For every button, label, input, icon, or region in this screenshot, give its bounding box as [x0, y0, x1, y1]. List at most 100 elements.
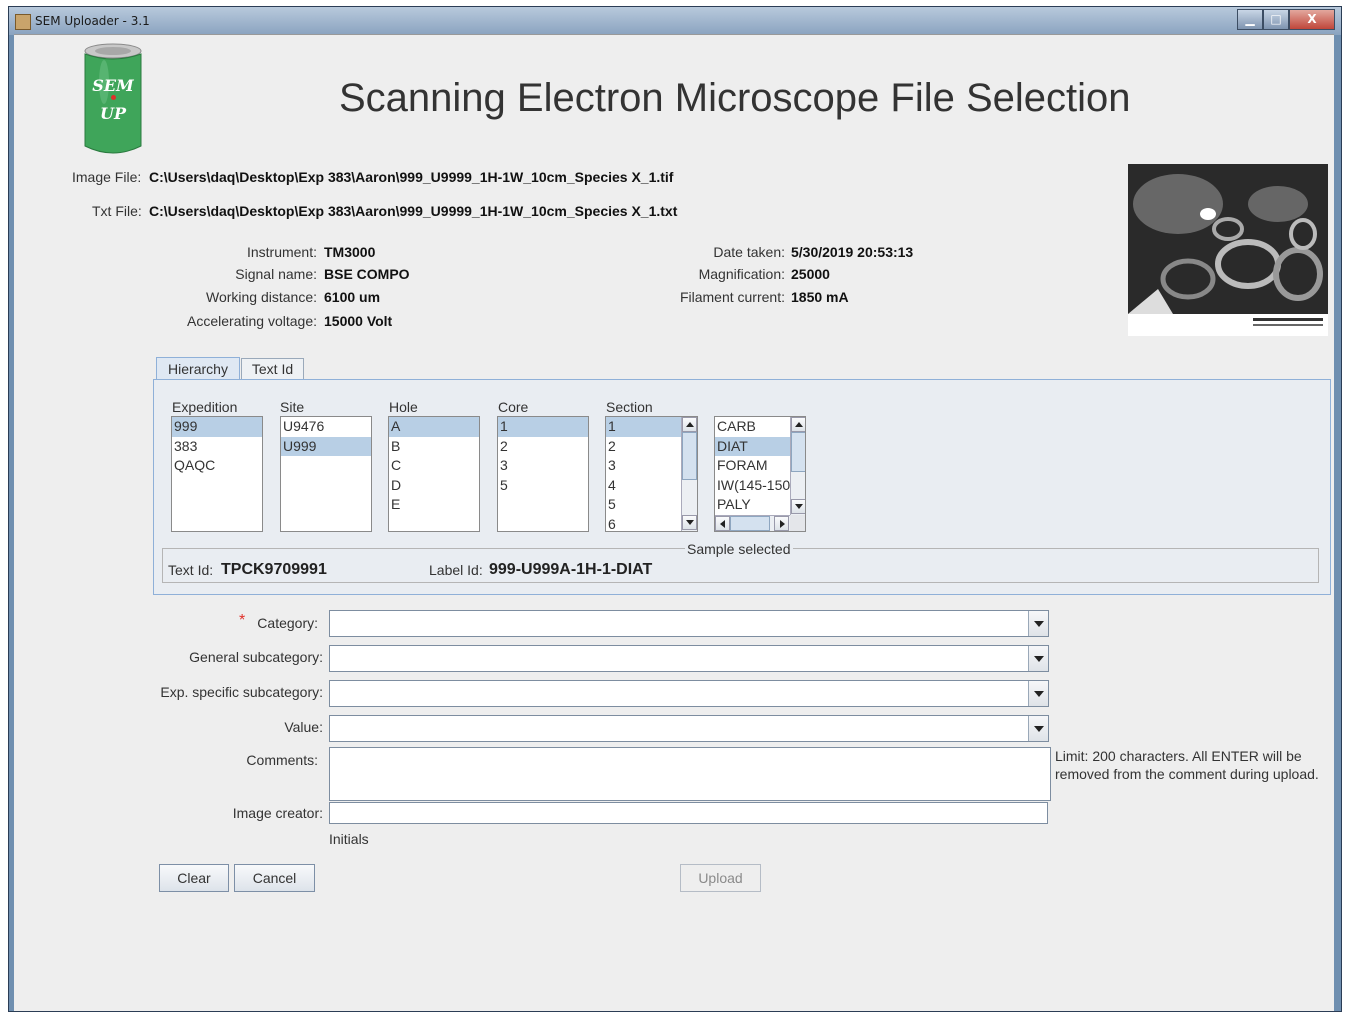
- list-item[interactable]: U999: [281, 436, 371, 456]
- image-file-path: C:\Users\daq\Desktop\Exp 383\Aaron\999_U…: [149, 169, 674, 185]
- section-scrollbar[interactable]: [681, 417, 697, 531]
- txt-file-label: Txt File:: [92, 203, 142, 219]
- title-bar[interactable]: SEM Uploader - 3.1 ▁ □ X: [9, 7, 1341, 35]
- list-item[interactable]: DIAT: [715, 436, 790, 456]
- instrument-value: TM3000: [324, 244, 376, 260]
- list-item[interactable]: E: [389, 495, 479, 515]
- exp-specific-subcategory-label: Exp. specific subcategory:: [160, 684, 323, 700]
- chevron-down-icon[interactable]: [1028, 716, 1048, 741]
- minimize-button[interactable]: ▁: [1237, 9, 1263, 30]
- scroll-down-button[interactable]: [791, 499, 805, 514]
- arrow-down-icon: [795, 504, 803, 509]
- scroll-thumb[interactable]: [730, 516, 770, 531]
- image-creator-input[interactable]: [329, 802, 1048, 824]
- list-item[interactable]: 2: [498, 437, 588, 457]
- chevron-down-icon[interactable]: [1028, 681, 1048, 706]
- scroll-thumb[interactable]: [682, 432, 697, 480]
- accelerating-voltage-label: Accelerating voltage:: [187, 313, 317, 329]
- list-item[interactable]: 999: [172, 417, 262, 437]
- site-header: Site: [280, 399, 305, 415]
- upload-button[interactable]: Upload: [680, 864, 761, 892]
- sem-image-preview: [1128, 164, 1328, 336]
- expedition-list[interactable]: 999 383 QAQC: [171, 416, 263, 532]
- list-item[interactable]: IW(145-150: [715, 476, 790, 496]
- scroll-thumb[interactable]: [791, 432, 805, 472]
- sample-selected-legend: Sample selected: [685, 541, 793, 557]
- list-item[interactable]: 1: [606, 417, 682, 437]
- scroll-up-button[interactable]: [791, 417, 805, 432]
- list-item[interactable]: B: [389, 437, 479, 457]
- scroll-left-button[interactable]: [715, 516, 730, 531]
- list-item[interactable]: 383: [172, 437, 262, 457]
- exp-specific-subcategory-dropdown[interactable]: [329, 680, 1049, 707]
- scroll-down-button[interactable]: [682, 515, 697, 530]
- list-item[interactable]: QAQC: [172, 456, 262, 476]
- list-item[interactable]: 2: [606, 437, 682, 457]
- label-id-value: 999-U999A-1H-1-DIAT: [489, 561, 653, 578]
- category-dropdown[interactable]: [329, 610, 1049, 637]
- list-item[interactable]: 1: [498, 417, 588, 437]
- general-subcategory-dropdown[interactable]: [329, 645, 1049, 672]
- scroll-up-button[interactable]: [682, 417, 697, 432]
- section-list[interactable]: 1 2 3 4 5 6: [605, 416, 698, 532]
- magnification-value: 25000: [791, 266, 830, 282]
- hole-list[interactable]: A B C D E: [388, 416, 480, 532]
- scroll-right-button[interactable]: [774, 516, 789, 531]
- image-creator-label: Image creator:: [232, 805, 323, 821]
- arrow-right-icon: [780, 520, 785, 528]
- cancel-button[interactable]: Cancel: [234, 864, 315, 892]
- magnification-label: Magnification:: [698, 266, 785, 282]
- list-item[interactable]: D: [389, 476, 479, 496]
- value-dropdown[interactable]: [329, 715, 1049, 742]
- clear-button[interactable]: Clear: [159, 864, 229, 892]
- sample-type-vscrollbar[interactable]: [790, 417, 805, 515]
- list-item[interactable]: FORAM: [715, 456, 790, 476]
- page-title: Scanning Electron Microscope File Select…: [339, 76, 1131, 120]
- filament-current-value: 1850 mA: [791, 289, 849, 305]
- list-item[interactable]: U9476: [281, 417, 371, 437]
- arrow-up-icon: [795, 422, 803, 427]
- chevron-down-icon[interactable]: [1028, 646, 1048, 671]
- image-file-label: Image File:: [72, 169, 142, 185]
- list-item[interactable]: PALY: [715, 495, 790, 515]
- filament-current-label: Filament current:: [679, 289, 785, 305]
- sem-up-logo: SEM UP: [82, 42, 144, 158]
- list-item[interactable]: 6: [606, 515, 682, 532]
- sample-type-hscrollbar[interactable]: [715, 515, 790, 531]
- label-id-label: Label Id:: [429, 562, 483, 578]
- tab-hierarchy[interactable]: Hierarchy: [156, 357, 240, 380]
- list-item[interactable]: 3: [606, 456, 682, 476]
- hole-header: Hole: [389, 399, 418, 415]
- initials-hint: Initials: [329, 831, 369, 847]
- tab-text-id[interactable]: Text Id: [241, 358, 304, 379]
- core-list[interactable]: 1 2 3 5: [497, 416, 589, 532]
- scroll-corner: [790, 515, 805, 531]
- list-item[interactable]: 3: [498, 456, 588, 476]
- category-label: Category:: [257, 615, 318, 631]
- list-item[interactable]: 4: [606, 476, 682, 496]
- list-item[interactable]: 5: [606, 495, 682, 515]
- arrow-left-icon: [720, 520, 725, 528]
- section-header: Section: [606, 399, 653, 415]
- list-item[interactable]: 5: [498, 476, 588, 496]
- logo-text-sem: SEM: [92, 76, 134, 95]
- window-title: SEM Uploader - 3.1: [35, 14, 150, 28]
- sample-type-list[interactable]: CARB DIAT FORAM IW(145-150 PALY: [714, 416, 806, 532]
- site-list[interactable]: U9476 U999: [280, 416, 372, 532]
- list-item[interactable]: A: [389, 417, 479, 437]
- chevron-down-icon[interactable]: [1028, 611, 1048, 636]
- close-button[interactable]: X: [1289, 9, 1335, 30]
- maximize-button[interactable]: □: [1263, 9, 1289, 30]
- expedition-header: Expedition: [172, 399, 238, 415]
- accelerating-voltage-value: 15000 Volt: [324, 313, 393, 329]
- core-header: Core: [498, 399, 529, 415]
- working-distance-label: Working distance:: [205, 289, 317, 305]
- date-taken-label: Date taken:: [713, 244, 785, 260]
- comments-textarea[interactable]: [329, 747, 1051, 801]
- text-id-label: Text Id:: [168, 562, 214, 578]
- signal-name-label: Signal name:: [235, 266, 317, 282]
- list-item[interactable]: C: [389, 456, 479, 476]
- list-item[interactable]: CARB: [715, 417, 790, 437]
- comments-hint: Limit: 200 characters. All ENTER will be…: [1055, 748, 1319, 782]
- required-asterisk: *: [239, 612, 246, 629]
